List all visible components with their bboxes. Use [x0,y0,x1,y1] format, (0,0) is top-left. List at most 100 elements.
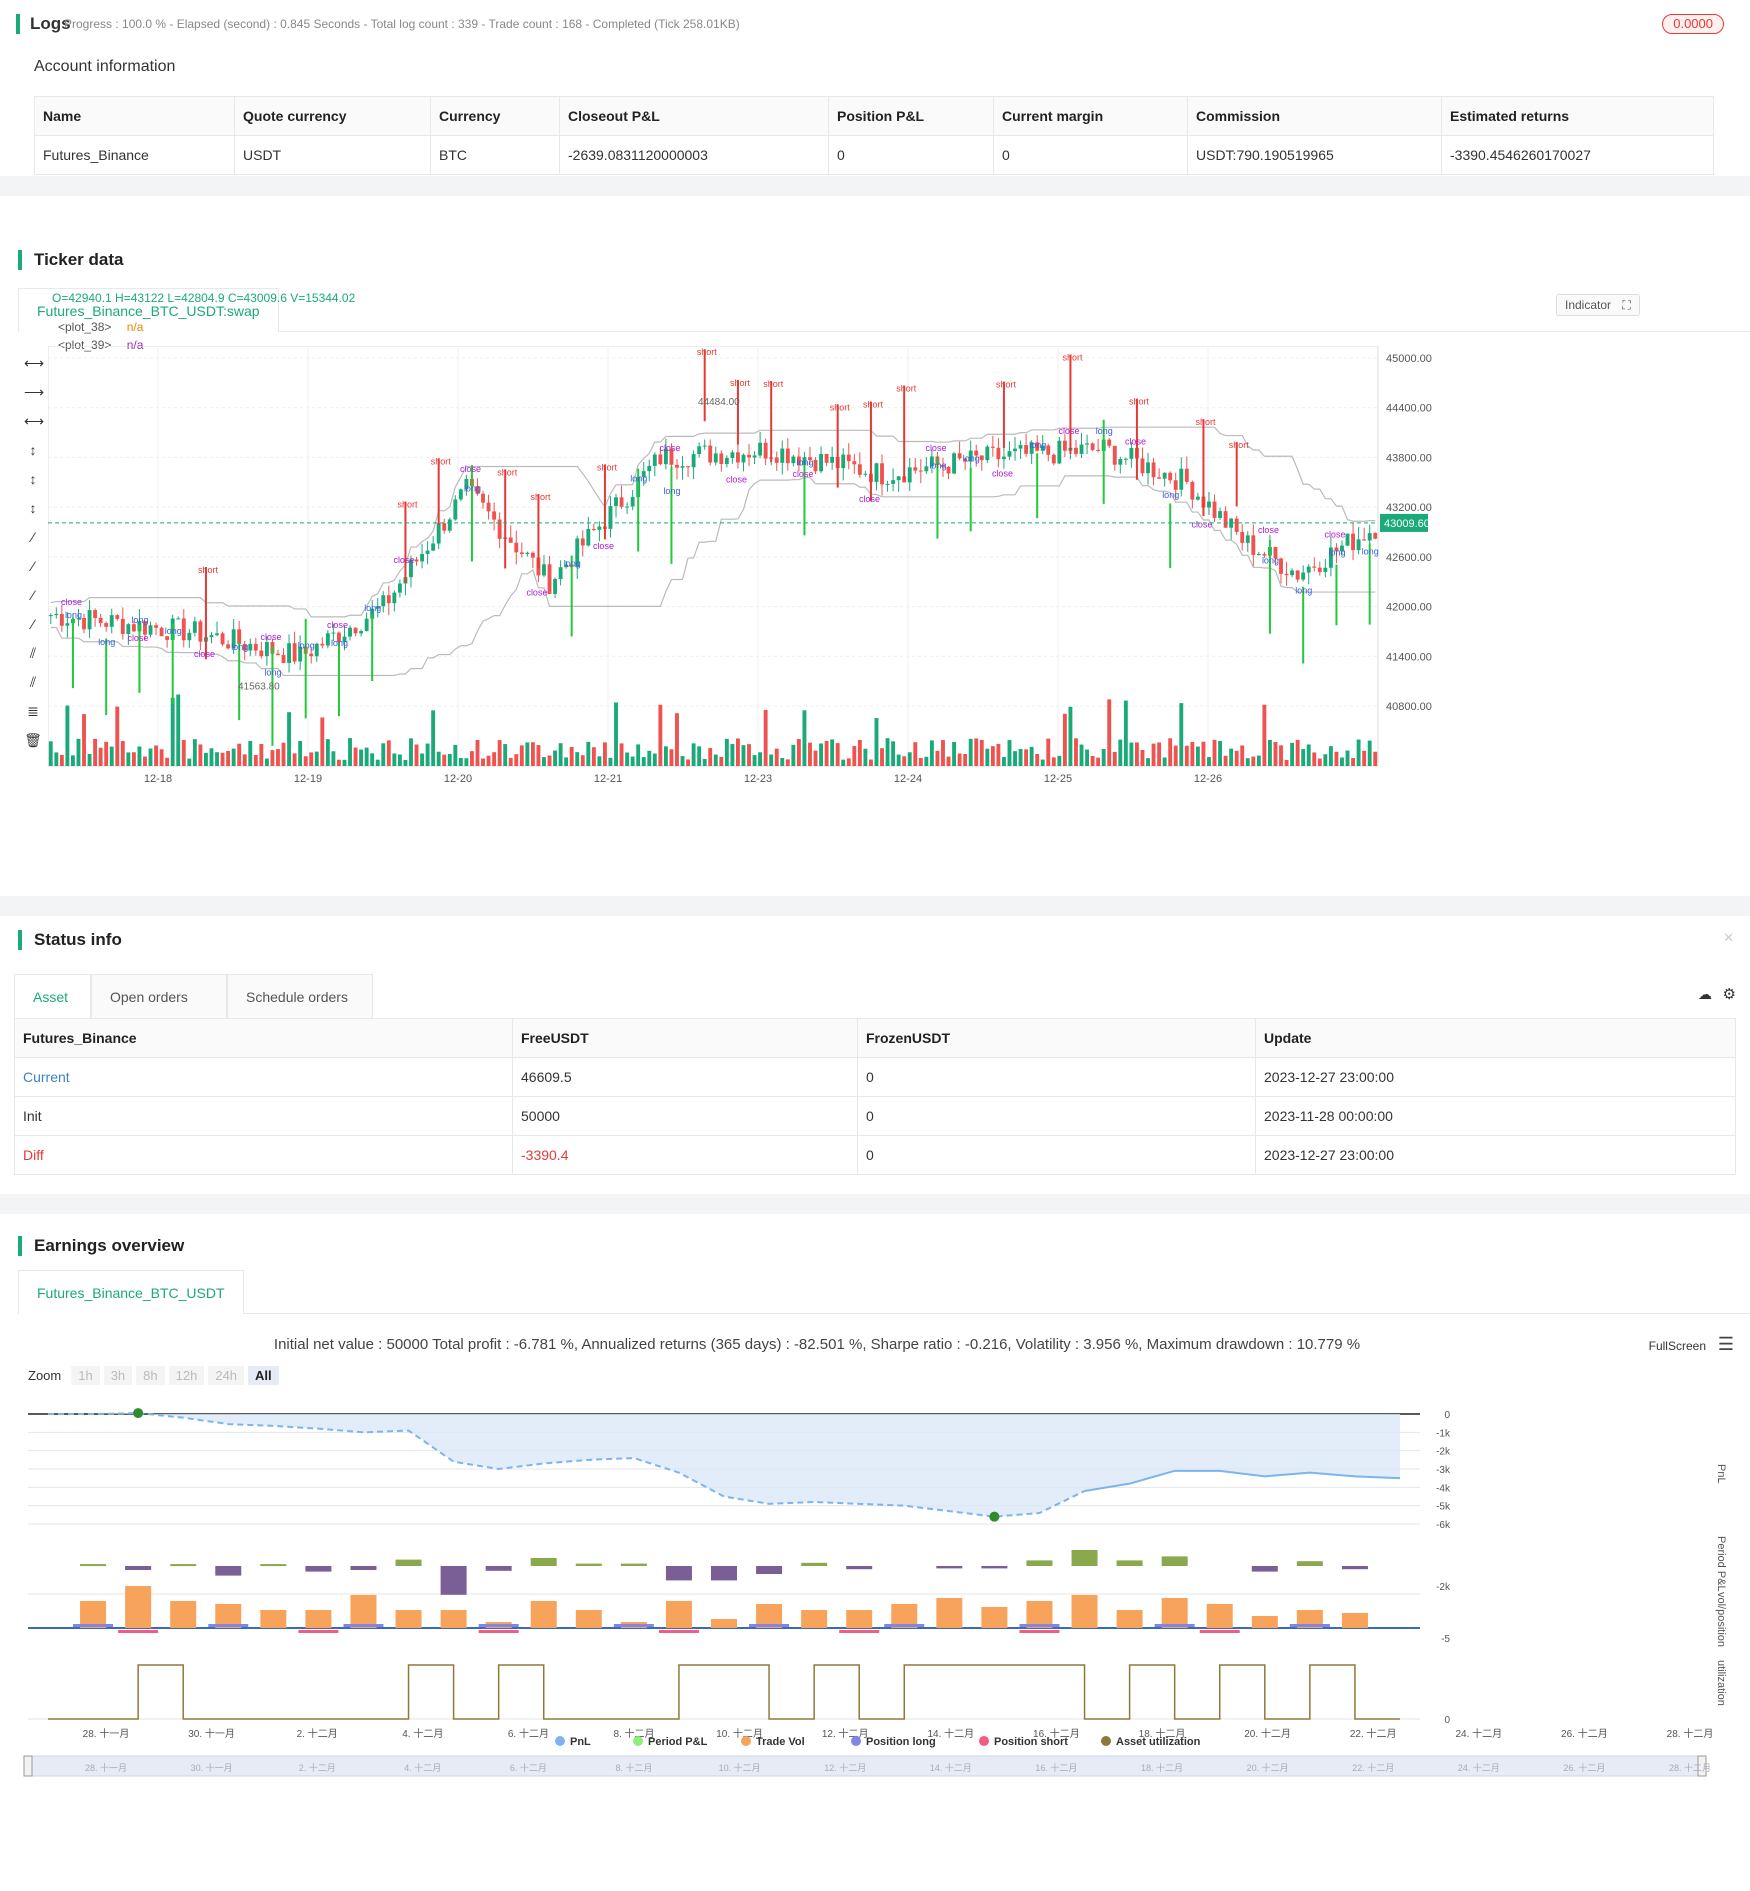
pnl-min-marker [989,1511,1000,1522]
zoom-all-button[interactable]: All [248,1366,279,1385]
volume-bar [1328,746,1333,766]
period-pnl-bar [1251,1566,1278,1572]
candle-body [758,442,763,456]
tab-asset[interactable]: Asset [14,974,91,1018]
price-line-icon[interactable]: ⁄ [24,615,42,633]
volume-bar [1107,699,1112,766]
horizontal-ray-icon[interactable]: ⟷ [24,412,44,430]
candle-body [314,643,319,657]
trash-icon[interactable]: 🗑 [24,731,42,749]
zoom-12h-button[interactable]: 12h [168,1366,205,1385]
account-row: Futures_Binance USDT BTC -2639.083112000… [34,135,1714,175]
vertical-segment-icon[interactable]: ↕ [24,470,42,488]
volume-bar [375,759,380,766]
signal-label: short [198,565,219,575]
ray-line-icon[interactable]: ⁄ [24,557,42,575]
account-header: Name [34,96,235,136]
vertical-line-icon[interactable]: ↕ [24,441,42,459]
volume-bar [785,759,790,766]
trade-vol-bar [665,1601,692,1628]
legend-item[interactable]: Position short [979,1736,1068,1748]
candles-group [48,430,1378,673]
low-marker-label: 41563.80 [238,681,280,692]
volume-bar [1029,746,1034,766]
candle-body [542,564,546,576]
zoom-1h-button[interactable]: 1h [71,1366,100,1385]
close-signal-label: close [859,494,880,504]
menu-icon[interactable]: ☰ [1718,1334,1734,1355]
legend-item[interactable]: PnL [555,1736,591,1748]
legend-plot38-value: n/a [126,320,144,334]
volume-bar [702,758,707,766]
volume-bar [115,706,120,766]
volume-bar [314,751,319,766]
volume-bar [769,754,774,766]
grid-icon[interactable]: ≣ [24,702,42,720]
fib-icon[interactable]: ⫽ [24,673,42,691]
volume-bar [763,709,768,766]
volume-bar [907,752,912,766]
account-header: Commission [1187,96,1442,136]
candle-body [281,655,286,664]
volume-bar [1218,740,1223,766]
candle-body [1151,462,1156,478]
period-pnl-bar [305,1566,332,1572]
trend-line-icon[interactable]: ⁄ [24,528,42,546]
account-header: Closeout P&L [559,96,829,136]
candle-body [713,453,718,463]
zoom-3h-button[interactable]: 3h [103,1366,133,1385]
trade-vol-bar [981,1607,1008,1628]
volume-bar [996,743,1001,766]
candlestick-chart[interactable]: 45000.00 44400.00 43800.00 43200.00 42600.00… [48,346,1750,886]
vertical-ray-icon[interactable]: ↕ [24,499,42,517]
candle-body [514,542,519,553]
pnl-tick-label: -6k [1436,1520,1451,1531]
signal-label: long [1262,556,1279,566]
earnings-chart[interactable]: 0 -1k -2k -3k -4k -5k -6k PnL -2k Period P&L -5 vol… [0,1394,1750,1891]
cloud-download-icon[interactable]: ☁ [1698,986,1712,1003]
segment-icon[interactable]: ⁄ [24,586,42,604]
candle-body [1162,472,1167,479]
volume-bar [253,755,258,766]
volume-bar [1140,749,1145,766]
candle-body [1107,439,1112,446]
zoom-24h-button[interactable]: 24h [208,1366,245,1385]
candle-body [397,583,402,593]
volume-bar [542,757,546,766]
volume-bar [320,717,325,766]
crosshair-icon[interactable]: ⟷ [24,354,44,372]
zoom-8h-button[interactable]: 8h [136,1366,165,1385]
trade-vol-bar [711,1619,737,1628]
candle-body [724,457,729,465]
tab-earnings-symbol[interactable]: Futures_Binance_BTC_USDT [18,1270,244,1314]
account-table: Name Quote currency Currency Closeout P&… [34,96,1714,175]
parallel-channel-icon[interactable]: ⫽ [24,644,42,662]
tab-schedule-orders[interactable]: Schedule orders [227,974,373,1018]
util-axis-title: utilization [1715,1660,1727,1706]
volume-bar [497,740,502,766]
navigator-date-tick: 28. 十二月 [1669,1762,1711,1773]
tab-open-orders[interactable]: Open orders [91,974,227,1018]
horizontal-line-icon[interactable]: ⟶ [24,383,44,401]
close-icon[interactable]: ✕ [1723,930,1734,946]
legend-item[interactable]: Asset utilization [1101,1736,1201,1748]
period-pnl-bar [981,1566,1008,1569]
candle-body [907,467,912,483]
signal-label: long [98,637,115,647]
indicator-button[interactable]: Indicator ⛶ [1556,294,1640,316]
volume-bar [597,756,602,766]
volume-bar [353,747,358,766]
volume-bar [1112,751,1117,766]
volume-bar [1035,754,1040,766]
volume-bar [364,747,369,766]
position-long-bar [73,1624,114,1627]
fullscreen-button[interactable]: FullScreen [1649,1339,1706,1353]
gear-icon[interactable]: ⚙ [1723,985,1736,1003]
close-signal-label: close [460,464,481,474]
navigator-date-tick: 18. 十二月 [1141,1762,1183,1773]
candle-body [647,465,652,472]
candle-body [547,564,552,594]
close-signal-label: close [526,587,547,597]
candle-body [1013,448,1017,452]
candle-body [774,457,779,463]
